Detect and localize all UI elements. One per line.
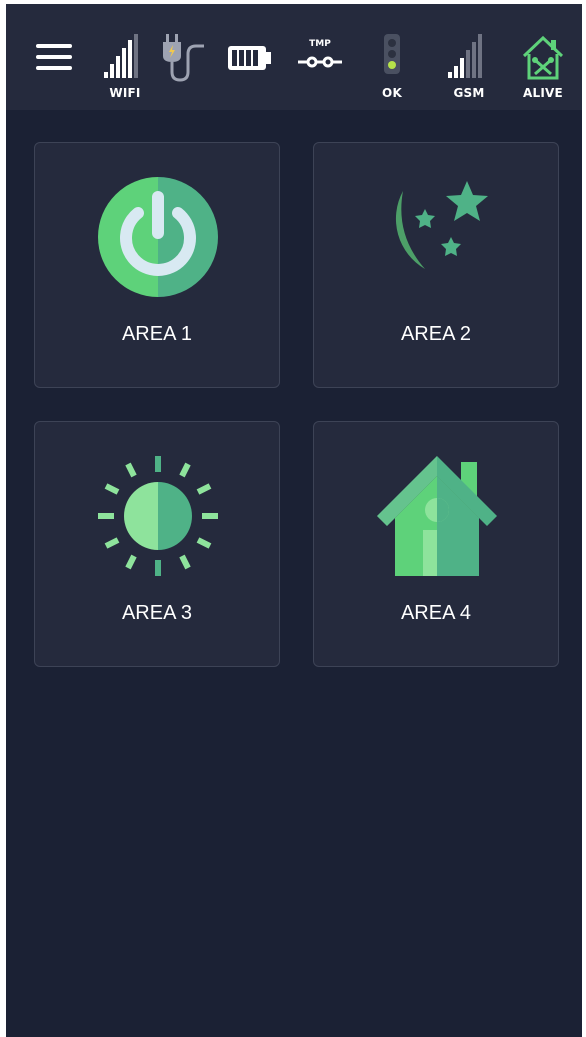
- area-2-label: AREA 2: [400, 323, 472, 345]
- area-4-card[interactable]: AREA 4: [313, 421, 559, 667]
- tamper-switch-icon: [298, 56, 342, 68]
- wifi-label: WIFI: [109, 86, 141, 100]
- menu-button[interactable]: [36, 44, 72, 70]
- power-status: [160, 32, 210, 106]
- power-icon: [98, 177, 218, 297]
- house-tools-icon: [522, 35, 564, 80]
- gsm-label: GSM: [453, 86, 485, 100]
- system-ok-status: OK: [374, 32, 410, 106]
- alive-status: ALIVE: [516, 32, 570, 106]
- gsm-signal-icon: [448, 34, 482, 78]
- house-icon: [377, 456, 497, 576]
- gsm-status: GSM: [442, 32, 496, 106]
- battery-icon: [228, 46, 271, 70]
- sun-icon: [98, 456, 218, 576]
- traffic-light-icon: [384, 34, 400, 74]
- wifi-status: WIFI: [98, 32, 152, 106]
- area-2-card[interactable]: AREA 2: [313, 142, 559, 388]
- moon-stars-icon: [387, 181, 497, 295]
- wifi-signal-icon: [104, 34, 138, 78]
- alive-label: ALIVE: [523, 86, 563, 100]
- area-3-card[interactable]: AREA 3: [34, 421, 280, 667]
- status-bar: WIFI TMP OK GSM ALIVE: [6, 4, 582, 110]
- power-plug-icon: [163, 34, 204, 82]
- area-4-label: AREA 4: [400, 602, 472, 624]
- area-1-card[interactable]: AREA 1: [34, 142, 280, 388]
- area-1-label: AREA 1: [121, 323, 193, 345]
- system-ok-label: OK: [382, 86, 402, 100]
- tamper-status: TMP: [294, 32, 346, 106]
- battery-status: [226, 32, 274, 106]
- app-screen: WIFI TMP OK GSM ALIVE AREA 1 AREA 2 AREA…: [6, 4, 582, 1037]
- area-3-label: AREA 3: [121, 602, 193, 624]
